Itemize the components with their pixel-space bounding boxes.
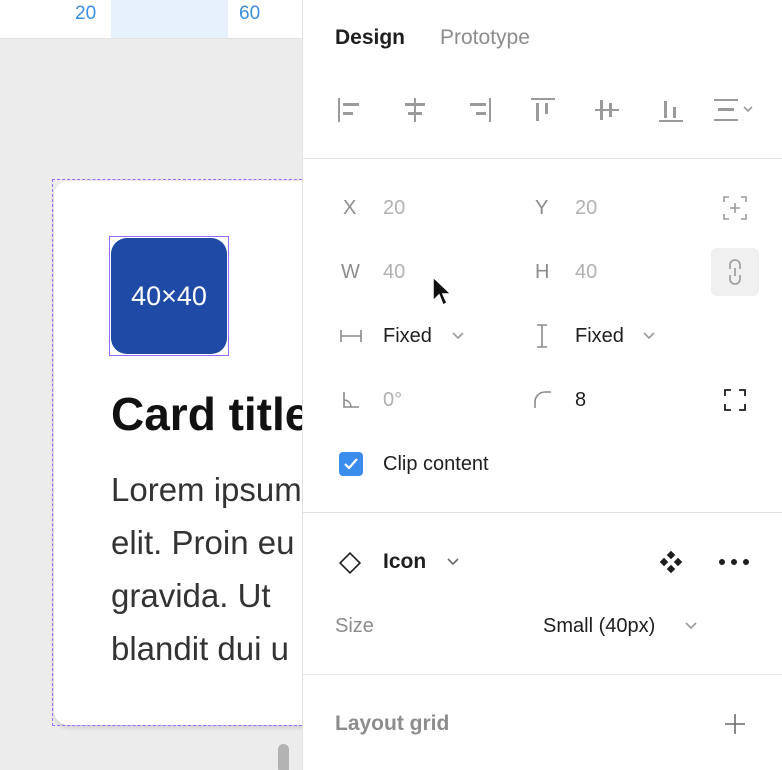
section-divider	[303, 674, 782, 675]
align-bottom-icon[interactable]	[656, 95, 686, 125]
chevron-down-icon[interactable]	[643, 332, 655, 340]
constrain-proportions-button[interactable]	[711, 248, 759, 296]
corner-radius-input[interactable]: 8	[575, 389, 586, 412]
section-divider	[303, 512, 782, 513]
align-left-icon[interactable]	[335, 95, 365, 125]
chevron-down-icon[interactable]	[685, 622, 697, 630]
tab-prototype[interactable]: Prototype	[440, 26, 530, 50]
y-label: Y	[535, 197, 549, 219]
chevron-down-icon[interactable]	[447, 558, 459, 566]
properties-panel: Design Prototype X 20 Y 20 W 40 H 40 Fix…	[302, 0, 782, 770]
tab-design[interactable]: Design	[335, 26, 405, 50]
align-vertical-center-icon[interactable]	[592, 95, 622, 125]
vertical-resizing-select[interactable]: Fixed	[575, 325, 624, 348]
independent-corners-icon[interactable]	[723, 388, 747, 412]
y-input[interactable]: 20	[575, 197, 597, 220]
x-input[interactable]: 20	[383, 197, 405, 220]
h-label: H	[535, 261, 550, 283]
h-input[interactable]: 40	[575, 261, 597, 284]
top-ruler: 20 60	[0, 0, 302, 39]
w-input[interactable]: 40	[383, 261, 405, 284]
more-options-icon[interactable]	[717, 554, 751, 570]
constraints-icon[interactable]	[721, 194, 749, 222]
align-right-icon[interactable]	[464, 95, 494, 125]
vertical-resizing-icon	[537, 324, 547, 348]
ruler-mark: 60	[239, 3, 261, 24]
link-icon	[729, 259, 741, 285]
variant-size-label: Size	[335, 615, 374, 637]
horizontal-resizing-select[interactable]: Fixed	[383, 325, 432, 348]
rotation-icon	[343, 392, 359, 408]
section-divider	[303, 158, 782, 159]
canvas-scrollbar[interactable]	[278, 744, 289, 770]
ruler-selection-highlight	[111, 0, 228, 38]
rotation-input[interactable]: 0°	[383, 389, 402, 412]
layout-grid-title: Layout grid	[335, 712, 450, 735]
align-horizontal-center-icon[interactable]	[400, 95, 430, 125]
clip-content-label[interactable]: Clip content	[383, 453, 489, 476]
corner-radius-icon	[534, 391, 551, 408]
clip-content-checkbox[interactable]	[339, 452, 363, 476]
x-label: X	[343, 197, 357, 219]
variant-size-select[interactable]: Small (40px)	[543, 615, 655, 638]
add-layout-grid-icon[interactable]	[723, 712, 747, 736]
component-name[interactable]: Icon	[383, 550, 426, 574]
frame-hover-outline	[52, 179, 302, 726]
horizontal-resizing-icon	[340, 330, 362, 342]
ruler-mark: 20	[75, 3, 97, 24]
canvas[interactable]: 20 60 40×40 Card title Lorem ipsum dolor…	[0, 0, 302, 770]
chevron-down-icon[interactable]	[452, 332, 464, 340]
distribute-icon[interactable]	[711, 95, 759, 125]
instance-diamond-icon	[338, 551, 362, 575]
checkmark-icon	[344, 458, 358, 470]
w-label: W	[341, 261, 360, 283]
go-to-main-component-icon[interactable]	[659, 550, 683, 574]
align-top-icon[interactable]	[528, 95, 558, 125]
mouse-cursor-icon	[432, 275, 453, 307]
